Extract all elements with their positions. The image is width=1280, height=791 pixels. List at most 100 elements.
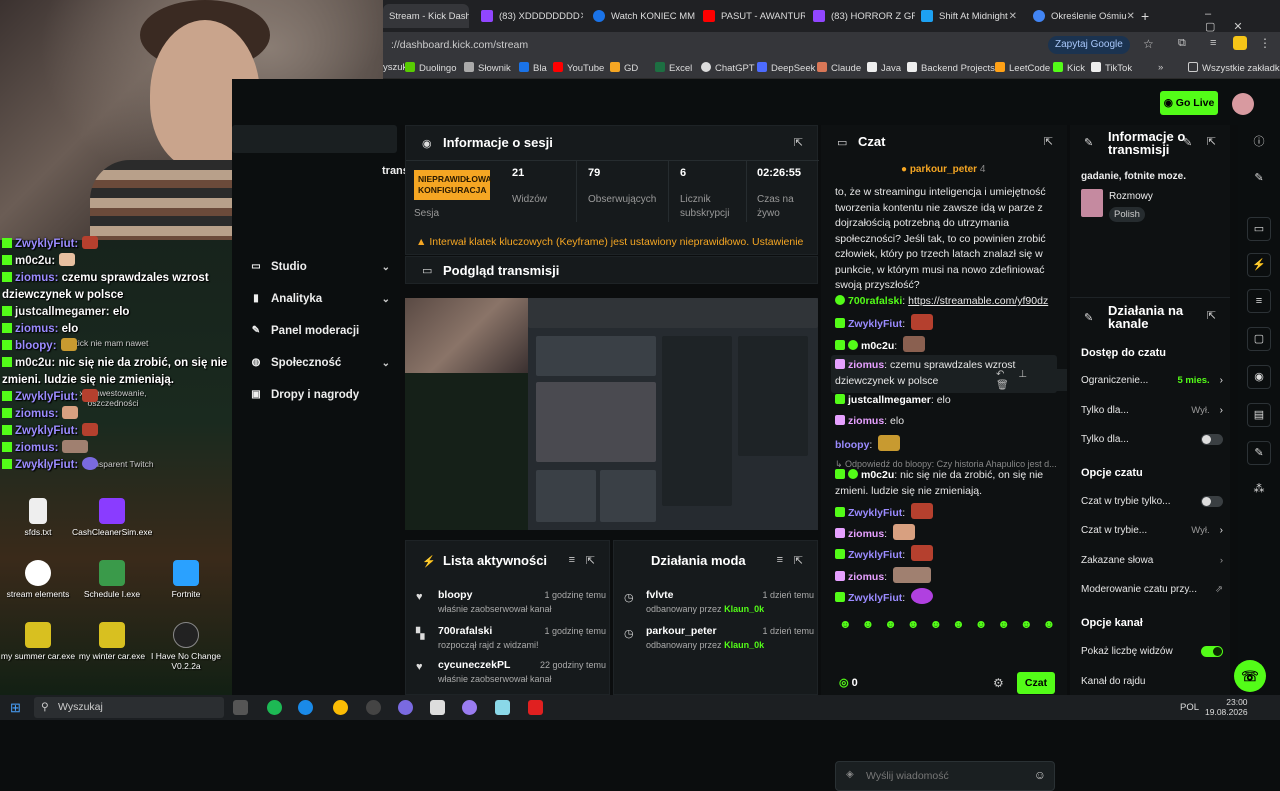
bookmark[interactable]: Kick [1053,62,1085,74]
emote-bar[interactable]: ☻☻☻☻☻☻☻☻☻☻ [839,617,1065,631]
bookmark[interactable]: LeetCode [995,62,1050,74]
desktop-icon-schedule[interactable]: Schedule I.exe [72,560,152,599]
taskbar-search[interactable]: ⚲ Wyszukaj [34,697,224,718]
emoji-icon[interactable]: ☺ [1034,768,1046,782]
menu-icon[interactable]: ⋮ [1259,36,1271,50]
clock[interactable]: 23:00 19.08.2026 [1205,697,1248,717]
browser-tab[interactable]: Stream - Kick Dashboard✕ [383,4,469,28]
bookmark[interactable]: TikTok [1091,62,1132,74]
bookmark[interactable]: GD [610,62,638,74]
lightning-icon[interactable]: ⚡ [1247,253,1271,277]
toggle-switch[interactable] [1201,434,1223,445]
url-input[interactable]: ://dashboard.kick.com/stream [391,35,528,55]
message-actions[interactable]: ↶⊥🗑 [996,369,1067,391]
broadcast-icon[interactable]: ◉ [1247,365,1271,389]
edge-icon[interactable] [298,700,313,715]
pencil-icon[interactable]: ✎ [1247,167,1271,191]
desktop-icon-fortnite[interactable]: Fortnite [146,560,226,599]
close-icon[interactable]: ✕ [1127,11,1135,22]
browser-tab[interactable]: Shift At Midnight ✕ [915,4,1023,28]
browser-tab[interactable]: Watch KONIEC MMA✕ [587,4,695,28]
bookmark[interactable]: Excel [655,62,692,74]
info-icon[interactable]: ⓘ [1247,131,1271,155]
expand-icon[interactable]: ⇱ [1207,309,1216,322]
discord-icon[interactable] [398,700,413,715]
desktop-icon-no-change[interactable]: I Have No Change V0.2.2a [146,622,226,671]
browser-tab[interactable]: (83) HORROR Z GR✕ [807,4,915,28]
bookmark[interactable]: Java [867,62,901,74]
banned-words-setting[interactable]: Zakazane słowa › [1081,555,1223,566]
layout-icon[interactable]: ▭ [1247,217,1271,241]
sidebar-item-community[interactable]: ◍ Społeczność ⌄ [250,353,390,373]
twitch-studio-icon[interactable] [462,700,477,715]
subs-only-setting[interactable]: Tylko dla... [1081,434,1223,445]
expand-icon[interactable]: ⇱ [794,554,803,567]
chat-input[interactable]: ◈ Wyślij wiadomość ☺ [835,761,1055,791]
window-controls[interactable]: –▢✕ [1205,8,1280,33]
star-icon[interactable]: ☆ [1143,37,1154,51]
desktop-icon-summer-car[interactable]: my summer car.exe [0,622,78,661]
monitor-icon[interactable]: ▤ [1247,403,1271,427]
desktop-icon-sfds[interactable]: sfds.txt [0,498,78,537]
list-icon[interactable]: ≡ [1247,289,1271,313]
show-viewers-setting[interactable]: Pokaż liczbę widzów [1081,646,1223,657]
toggle-switch[interactable] [1201,646,1223,657]
obs-icon[interactable] [366,700,381,715]
send-chat-button[interactable]: Czat [1017,672,1055,694]
windows-start-icon[interactable]: ⊞ [10,700,21,716]
edit-icon[interactable]: ✎ [1183,136,1192,149]
sidebar-item-stream[interactable] [232,125,397,153]
nodes-icon[interactable]: ⁂ [1247,478,1271,502]
bookmark[interactable]: Bla [519,62,547,74]
desktop-icon-winter-car[interactable]: my winter car.exe [72,622,152,661]
task-view-icon[interactable] [233,700,248,715]
wrench-icon[interactable]: ✎ [1247,441,1271,465]
ask-google-button[interactable]: Zapytaj Google [1048,36,1130,54]
spotify-icon[interactable] [267,700,282,715]
bookmark[interactable]: ChatGPT [701,62,755,74]
expand-icon[interactable]: ⇱ [794,136,803,149]
app-icon[interactable] [495,700,510,715]
bookmark[interactable]: YouTube [553,62,604,74]
raid-channel-setting[interactable]: Kanał do rajdu [1081,676,1223,687]
chevron-right-icon[interactable]: » [1158,62,1163,73]
close-icon[interactable]: ✕ [580,11,583,22]
game-icon[interactable] [430,700,445,715]
followers-only-setting[interactable]: Tylko dla... Wył. › [1081,405,1223,416]
sidebar-item-analytics[interactable]: ▮ Analityka ⌄ [250,289,390,309]
all-bookmarks[interactable]: Wszystkie zakładki [1188,62,1280,74]
chat-moderation-setting[interactable]: Moderowanie czatu przy... ⇗ [1081,584,1223,595]
chat-icon[interactable]: ▢ [1247,327,1271,351]
bookmark[interactable]: Słownik [464,62,511,74]
youtube-icon[interactable] [528,700,543,715]
emote-only-setting[interactable]: Czat w trybie tylko... [1081,496,1223,507]
close-icon[interactable]: ✕ [1009,11,1017,22]
bookmark[interactable]: Backend Projects [907,62,995,74]
browser-tab[interactable]: (83) XDDDDDDDD✕ [475,4,583,28]
expand-icon[interactable]: ⇱ [586,554,595,567]
browser-tab[interactable]: PASUT - AWANTURA✕ [697,4,805,28]
go-live-button[interactable]: ◉ Go Live [1160,91,1218,115]
points-display[interactable]: ◎ 0 [839,676,858,689]
chrome-icon[interactable] [333,700,348,715]
browser-tab[interactable]: Określenie Ośmiu ✕ [1027,4,1135,28]
media-icon[interactable]: ≡ [1210,37,1216,49]
bookmark[interactable]: DeepSeek [757,62,815,74]
filter-icon[interactable]: ≡ [569,554,575,566]
stream-preview[interactable] [405,298,818,530]
toggle-switch[interactable] [1201,496,1223,507]
profile-icon[interactable] [1233,36,1247,50]
avatar[interactable] [1232,93,1254,115]
help-chat-button[interactable]: ☏ [1234,660,1266,692]
new-tab-button[interactable]: + [1135,4,1155,28]
bookmark[interactable]: Duolingo [405,62,457,74]
restrict-setting[interactable]: Ograniczenie... 5 mies. › [1081,375,1223,386]
desktop-icon-stream-elements[interactable]: stream elements [0,560,78,599]
slow-mode-setting[interactable]: Czat w trybie... Wył. › [1081,525,1223,536]
expand-icon[interactable]: ⇱ [1044,135,1053,148]
expand-icon[interactable]: ⇱ [1207,135,1216,148]
gear-icon[interactable]: ⚙ [993,676,1004,690]
extensions-icon[interactable]: ⧉ [1178,37,1186,50]
desktop-icon-cashcleaner[interactable]: CashCleanerSim.exe [72,498,152,537]
bookmark[interactable]: Claude [817,62,861,74]
